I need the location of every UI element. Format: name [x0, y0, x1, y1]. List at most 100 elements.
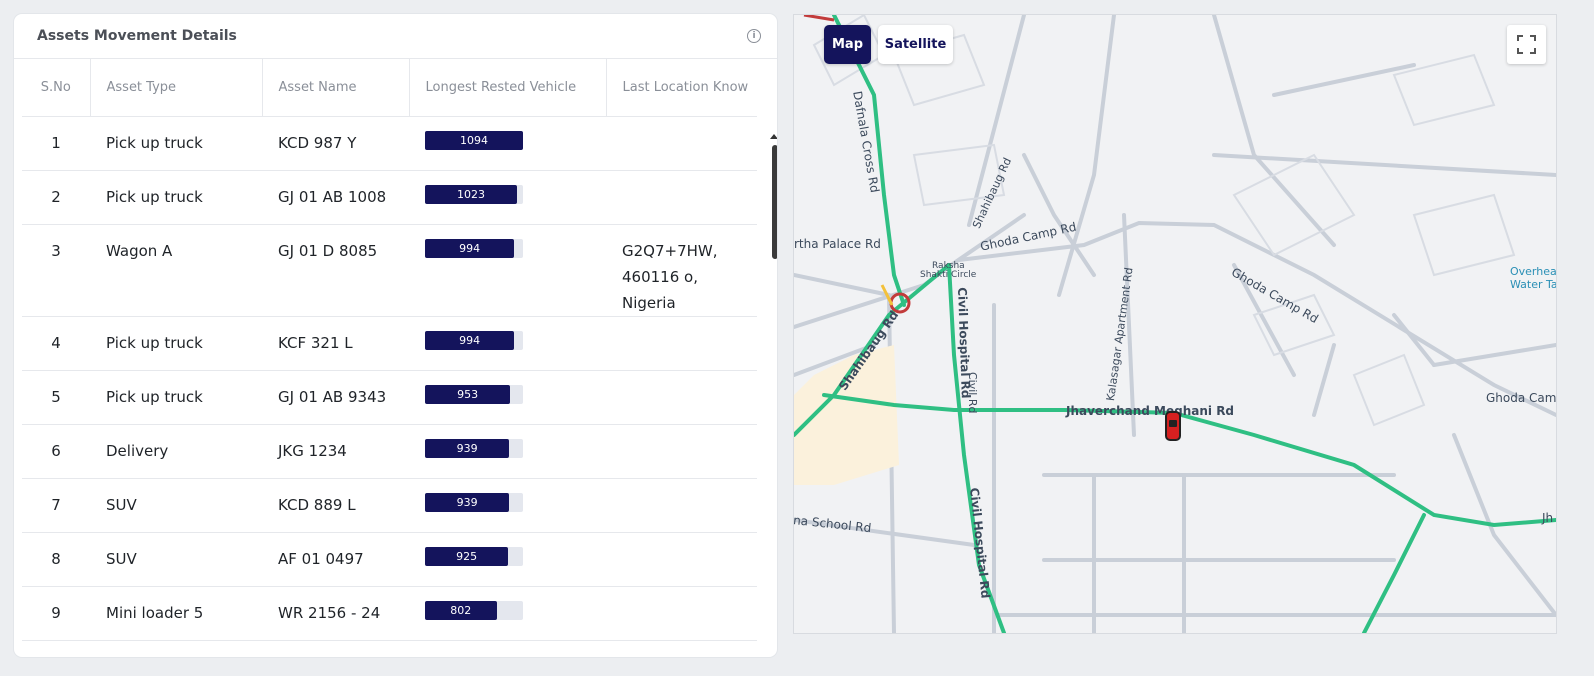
cell-longest-rested: 994: [409, 224, 606, 317]
panel-header: Assets Movement Details i: [14, 14, 777, 59]
asset-name-text: KCD 987 Y: [278, 134, 357, 152]
cell-sno: 8: [22, 532, 90, 587]
last-location-text: [622, 533, 741, 547]
table-row[interactable]: 4 Pick up truck KCF 321 L 994: [22, 316, 757, 371]
cell-asset-type: Pick up truck: [90, 116, 262, 171]
cell-sno: 3: [22, 224, 90, 317]
asset-type-text: Pick up truck: [106, 188, 203, 206]
cell-last-location: [606, 370, 757, 425]
table-row[interactable]: 9 Mini loader 5 WR 2156 - 24 802: [22, 586, 757, 641]
fullscreen-button[interactable]: [1507, 25, 1546, 64]
column-header-sno[interactable]: S.No: [22, 59, 91, 117]
table-row[interactable]: 2 Pick up truck GJ 01 AB 1008 1023: [22, 170, 757, 225]
cell-last-location: G2Q7+7HW, 460116 o, Nigeria: [606, 224, 757, 317]
cell-last-location: [606, 478, 757, 533]
table-header-row: S.No Asset Type Asset Name Longest Reste…: [22, 59, 757, 117]
cell-asset-type: SUV: [90, 532, 262, 587]
scroll-up-arrow[interactable]: [770, 134, 777, 139]
map-type-satellite-button[interactable]: Satellite: [878, 25, 953, 64]
cell-asset-type: Mini loader 5: [90, 586, 262, 641]
map-canvas: [794, 15, 1556, 633]
cell-sno: 9: [22, 586, 90, 641]
asset-type-text: SUV: [106, 496, 137, 514]
rested-bar: 994: [425, 331, 523, 350]
cell-sno: 6: [22, 424, 90, 479]
table-row[interactable]: 7 SUV KCD 889 L 939: [22, 478, 757, 533]
cell-longest-rested: 939: [409, 478, 606, 533]
cell-asset-name: KCD 889 L: [262, 478, 409, 533]
cell-longest-rested: 953: [409, 370, 606, 425]
cell-asset-type: Pick up truck: [90, 170, 262, 225]
sno-text: 9: [51, 604, 61, 622]
sno-text: 2: [51, 188, 61, 206]
rested-bar: 939: [425, 439, 523, 458]
asset-name-text: GJ 01 AB 1008: [278, 188, 387, 206]
map-label-palace-rd: rtha Palace Rd: [794, 237, 881, 251]
column-header-last-location[interactable]: Last Location Know: [606, 59, 757, 117]
asset-name-text: GJ 01 AB 9343: [278, 388, 387, 406]
rested-bar-fill: 1094: [425, 131, 523, 150]
rested-bar: 802: [425, 601, 523, 620]
cell-asset-type: Delivery: [90, 424, 262, 479]
rested-bar-fill: 925: [425, 547, 509, 566]
sno-text: 1: [51, 134, 61, 152]
cell-asset-name: KCF 321 L: [262, 316, 409, 371]
map-type-map-button[interactable]: Map: [824, 25, 871, 64]
cell-asset-name: KCD 987 Y: [262, 116, 409, 171]
panel-title: Assets Movement Details: [37, 28, 237, 44]
table-row[interactable]: 6 Delivery JKG 1234 939: [22, 424, 757, 479]
map-label-jh-edge: Jh: [1542, 511, 1554, 525]
map-view[interactable]: Dafnala Cross Rd rtha Palace Rd Shahibau…: [793, 14, 1557, 634]
cell-longest-rested: 925: [409, 532, 606, 587]
cell-sno: 5: [22, 370, 90, 425]
sno-text: 5: [51, 388, 61, 406]
cell-last-location: [606, 586, 757, 641]
column-header-asset-type[interactable]: Asset Type: [90, 59, 263, 117]
rested-bar-fill: 994: [425, 239, 515, 258]
asset-name-text: AF 01 0497: [278, 550, 364, 568]
rested-bar-fill: 994: [425, 331, 515, 350]
table-row[interactable]: 8 SUV AF 01 0497 925: [22, 532, 757, 587]
last-location-text: [622, 587, 741, 601]
cell-last-location: [606, 316, 757, 371]
asset-type-text: Pick up truck: [106, 334, 203, 352]
asset-type-text: Pick up truck: [106, 134, 203, 152]
info-icon[interactable]: i: [747, 29, 761, 43]
cell-asset-name: AF 01 0497: [262, 532, 409, 587]
cell-last-location: [606, 532, 757, 587]
map-label-water-ta: Water Ta: [1510, 278, 1557, 291]
asset-type-text: Mini loader 5: [106, 604, 204, 622]
cell-longest-rested: 802: [409, 586, 606, 641]
asset-name-text: WR 2156 - 24: [278, 604, 381, 622]
table-row[interactable]: 3 Wagon A GJ 01 D 8085 994 G2Q7+7HW, 460116 …: [22, 224, 757, 317]
rested-bar: 925: [425, 547, 523, 566]
column-header-longest-rested[interactable]: Longest Rested Vehicle: [409, 59, 607, 117]
asset-type-text: Pick up truck: [106, 388, 203, 406]
sno-text: 8: [51, 550, 61, 568]
vehicle-marker-icon[interactable]: [1165, 411, 1181, 441]
cell-last-location: [606, 424, 757, 479]
table-row[interactable]: 5 Pick up truck GJ 01 AB 9343 953: [22, 370, 757, 425]
asset-name-text: KCD 889 L: [278, 496, 356, 514]
rested-bar: 939: [425, 493, 523, 512]
cell-asset-type: SUV: [90, 478, 262, 533]
cell-asset-type: Pick up truck: [90, 316, 262, 371]
scrollbar-thumb[interactable]: [772, 145, 777, 259]
map-label-overhead: Overhea: [1510, 265, 1557, 278]
rested-bar: 953: [425, 385, 523, 404]
table-row[interactable]: 1 Pick up truck KCD 987 Y 1094: [22, 116, 757, 171]
column-header-asset-name[interactable]: Asset Name: [262, 59, 410, 117]
cell-asset-type: Wagon A: [90, 224, 262, 317]
cell-sno: 7: [22, 478, 90, 533]
rested-bar: 994: [425, 239, 523, 258]
asset-name-text: JKG 1234: [278, 442, 347, 460]
cell-longest-rested: 939: [409, 424, 606, 479]
cell-longest-rested: 994: [409, 316, 606, 371]
last-location-text: [622, 117, 741, 131]
sno-text: 3: [51, 242, 61, 260]
last-location-text: [622, 171, 741, 185]
cell-asset-type: Pick up truck: [90, 370, 262, 425]
cell-asset-name: JKG 1234: [262, 424, 409, 479]
cell-longest-rested: 1023: [409, 170, 606, 225]
cell-last-location: [606, 116, 757, 171]
